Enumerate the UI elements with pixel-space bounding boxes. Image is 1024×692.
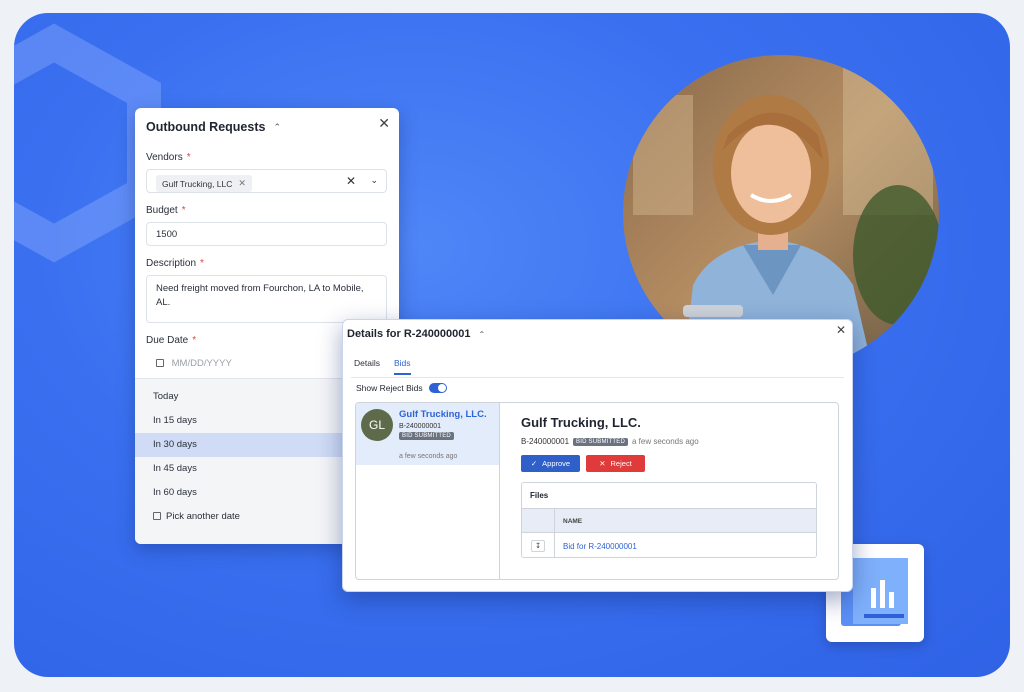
- details-panel: Details for R-240000001 ⌃ ✕ Details Bids…: [342, 319, 853, 592]
- chevron-up-icon[interactable]: ⌃: [273, 122, 281, 133]
- tab-details[interactable]: Details: [354, 358, 380, 375]
- files-title: Files: [530, 491, 549, 500]
- show-reject-bids-toggle[interactable]: [428, 383, 447, 393]
- reject-button[interactable]: ✕ Reject: [586, 455, 645, 472]
- download-icon[interactable]: ↧: [531, 540, 545, 552]
- bid-card-name[interactable]: Gulf Trucking, LLC.: [399, 409, 487, 420]
- bid-detail-name: Gulf Trucking, LLC.: [521, 415, 641, 430]
- description-textarea[interactable]: Need freight moved from Fourchon, LA to …: [146, 275, 387, 323]
- hero-background: Outbound Requests ⌃ ✕ Vendors * Gulf Truc…: [14, 13, 1010, 677]
- close-icon[interactable]: ✕: [836, 323, 846, 337]
- approve-button[interactable]: ✓ Approve: [521, 455, 580, 472]
- budget-value: 1500: [156, 229, 178, 240]
- bids-container: GL Gulf Trucking, LLC. B-240000001 BID S…: [355, 402, 839, 580]
- approve-label: Approve: [542, 459, 571, 468]
- remove-chip-icon[interactable]: ✕: [238, 178, 246, 189]
- vendors-label: Vendors *: [146, 152, 191, 163]
- column-divider: [554, 509, 555, 557]
- status-badge: BID SUBMITTED: [399, 432, 454, 440]
- panel-title: Outbound Requests ⌃: [146, 120, 281, 134]
- due-date-placeholder: MM/DD/YYYY: [171, 358, 232, 369]
- bid-card-id: B-240000001: [399, 423, 442, 430]
- show-reject-bids-row: Show Reject Bids: [356, 383, 447, 393]
- description-value: Need freight moved from Fourchon, LA to …: [156, 283, 364, 308]
- budget-label: Budget *: [146, 205, 186, 216]
- close-icon: ✕: [599, 459, 606, 468]
- details-header: Details for R-240000001 ⌃: [347, 328, 485, 340]
- details-title: Details for R-240000001: [347, 328, 471, 340]
- toggle-label: Show Reject Bids: [356, 383, 423, 393]
- status-badge: BID SUBMITTED: [573, 437, 628, 446]
- bid-detail-meta: B-240000001 BID SUBMITTED a few seconds …: [521, 437, 699, 446]
- file-link[interactable]: Bid for R-240000001: [563, 542, 637, 551]
- close-icon[interactable]: ✕: [378, 115, 390, 132]
- bid-card[interactable]: GL Gulf Trucking, LLC. B-240000001 BID S…: [356, 403, 499, 465]
- files-table-header: NAME: [522, 508, 816, 557]
- files-table: Files NAME ↧ Bid for R-240000001: [521, 482, 817, 558]
- name-column-header: NAME: [563, 518, 583, 525]
- vendor-chip-label: Gulf Trucking, LLC: [162, 178, 233, 189]
- bid-list: GL Gulf Trucking, LLC. B-240000001 BID S…: [356, 403, 500, 579]
- vendors-select[interactable]: Gulf Trucking, LLC ✕ ✕ ⌄: [146, 169, 387, 193]
- calendar-icon: [156, 359, 164, 367]
- bid-detail-id: B-240000001: [521, 437, 570, 446]
- budget-input[interactable]: 1500: [146, 222, 387, 246]
- calendar-icon: [153, 512, 161, 520]
- bid-card-time: a few seconds ago: [399, 453, 458, 460]
- due-date-label: Due Date *: [146, 335, 197, 346]
- clear-icon[interactable]: ✕: [346, 174, 356, 188]
- outbound-title: Outbound Requests: [146, 120, 266, 134]
- check-icon: ✓: [530, 459, 538, 468]
- chevron-up-icon[interactable]: ⌃: [479, 330, 486, 339]
- pick-date-label: Pick another date: [166, 511, 240, 522]
- reject-label: Reject: [610, 459, 632, 468]
- tab-bids[interactable]: Bids: [393, 358, 411, 375]
- bid-detail-time: a few seconds ago: [631, 437, 699, 446]
- description-label: Description *: [146, 258, 204, 269]
- details-tabs: Details Bids: [354, 358, 411, 375]
- vendor-chip: Gulf Trucking, LLC ✕: [156, 175, 252, 192]
- tabs-divider: [351, 377, 844, 378]
- chevron-down-icon[interactable]: ⌄: [370, 175, 378, 186]
- avatar: GL: [361, 409, 393, 441]
